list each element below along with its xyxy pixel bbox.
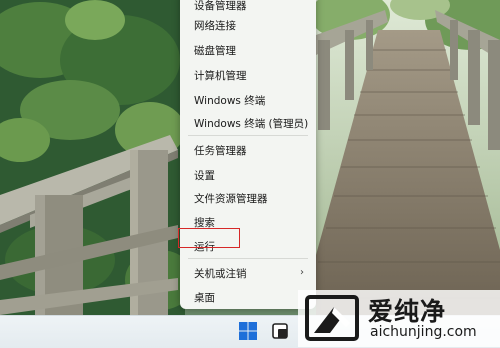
menu-item-label: 网络连接 bbox=[194, 19, 236, 32]
site-watermark: 爱纯净 aichunjing.com bbox=[298, 290, 500, 347]
menu-item-disk-management[interactable]: 磁盘管理 bbox=[180, 39, 316, 61]
menu-divider bbox=[188, 135, 308, 136]
menu-item-label: Windows 终端 bbox=[194, 94, 266, 107]
menu-item-computer-management[interactable]: 计算机管理 bbox=[180, 64, 316, 86]
menu-item-label: 关机或注销 bbox=[194, 267, 247, 280]
menu-item-label: 计算机管理 bbox=[194, 69, 247, 82]
menu-item-label: 磁盘管理 bbox=[194, 44, 236, 57]
menu-item-label: Windows 终端 (管理员) bbox=[194, 117, 309, 130]
watermark-brand-text: 爱纯净 bbox=[368, 297, 447, 326]
menu-item-label: 运行 bbox=[194, 240, 215, 253]
menu-item-settings[interactable]: 设置 bbox=[180, 164, 316, 186]
menu-item-windows-terminal[interactable]: Windows 终端 bbox=[180, 89, 316, 111]
menu-item-shutdown-signout[interactable]: 关机或注销 › bbox=[180, 262, 316, 284]
watermark-url: aichunjing.com bbox=[370, 324, 477, 340]
windows-start-icon[interactable] bbox=[238, 321, 258, 341]
menu-item-label: 设备管理器 bbox=[194, 0, 247, 12]
menu-item-search[interactable]: 搜索 bbox=[180, 211, 316, 233]
menu-item-label: 任务管理器 bbox=[194, 144, 247, 157]
menu-item-label: 桌面 bbox=[194, 291, 215, 304]
menu-item-file-explorer[interactable]: 文件资源管理器 bbox=[180, 187, 316, 209]
menu-item-desktop[interactable]: 桌面 bbox=[180, 286, 316, 308]
menu-item-network-connections[interactable]: 网络连接 bbox=[180, 14, 316, 36]
menu-divider bbox=[188, 258, 308, 259]
task-view-icon[interactable] bbox=[270, 321, 290, 341]
chevron-right-icon: › bbox=[300, 267, 304, 278]
winx-context-menu: 设备管理器 网络连接 磁盘管理 计算机管理 Windows 终端 Windows… bbox=[180, 0, 316, 309]
menu-item-run[interactable]: 运行 bbox=[180, 235, 316, 257]
aichunjing-logo-icon bbox=[305, 295, 359, 341]
menu-item-label: 设置 bbox=[194, 169, 215, 182]
menu-item-label: 文件资源管理器 bbox=[194, 192, 268, 205]
menu-item-label: 搜索 bbox=[194, 216, 215, 229]
menu-item-task-manager[interactable]: 任务管理器 bbox=[180, 139, 316, 161]
menu-item-windows-terminal-admin[interactable]: Windows 终端 (管理员) bbox=[180, 112, 316, 134]
